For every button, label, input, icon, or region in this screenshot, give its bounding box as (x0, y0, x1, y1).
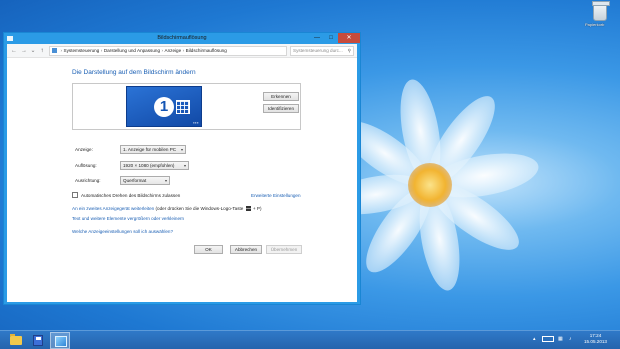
breadcrumb-separator: › (100, 48, 103, 53)
breadcrumb-anzeige[interactable]: Anzeige (165, 48, 182, 53)
back-button[interactable]: ← (10, 47, 18, 55)
orientation-select[interactable]: Querformat ▾ (120, 176, 170, 185)
breadcrumb-separator: › (182, 48, 185, 53)
close-button[interactable]: ✕ (338, 33, 360, 43)
monitor-dots: ▪▪▪ (193, 120, 199, 125)
apply-button[interactable]: Übernehmen (266, 245, 302, 254)
breadcrumb-bildschirmaufloesung[interactable]: Bildschirmauflösung (186, 48, 227, 53)
breadcrumb-separator: › (161, 48, 164, 53)
up-button[interactable]: ↑ (38, 47, 46, 55)
project-second-screen-row: An ein zweites Anzeigegerät weiterleiten… (72, 206, 262, 212)
window-content: ← → ⌄ ↑ › Systemsteuerung › Darstellung und… (7, 44, 357, 302)
ok-button[interactable]: OK (194, 245, 223, 254)
identify-button[interactable]: Identifizieren (263, 104, 299, 113)
project-hint-text: (oder drücken Sie die Windows-Logo-Taste (155, 206, 244, 211)
floppy-icon (33, 335, 43, 346)
page-title: Die Darstellung auf dem Bildschirm änder… (72, 69, 196, 76)
recent-pages-button[interactable]: ⌄ (29, 47, 37, 55)
search-placeholder: Systemsteuerung durc... (293, 48, 343, 53)
project-hint-suffix: + P) (252, 206, 262, 211)
auto-rotate-label[interactable]: Automatisches Drehen des Bildschirms zul… (81, 193, 180, 198)
keyboard-icon[interactable] (542, 336, 554, 342)
resolution-value: 1920 × 1080 (empfohlen) (123, 163, 175, 168)
network-icon[interactable]: ▦ (558, 336, 563, 349)
search-input[interactable]: Systemsteuerung durc... ⚲ (290, 46, 354, 56)
control-panel-icon (55, 336, 67, 347)
project-second-screen-link[interactable]: An ein zweites Anzeigegerät weiterleiten (72, 206, 154, 211)
search-icon[interactable]: ⚲ (348, 47, 351, 55)
display-grid-icon (176, 100, 190, 114)
auto-rotate-checkbox[interactable] (72, 192, 78, 198)
volume-icon[interactable]: ♪ (569, 336, 572, 349)
display-select[interactable]: 1. Anzeige für mobilen PC ▾ (120, 145, 186, 154)
flower-wallpaper (355, 79, 539, 291)
windows-logo-icon (245, 206, 251, 212)
taskbar-explorer[interactable] (6, 332, 26, 349)
taskbar-control-panel[interactable] (50, 332, 70, 349)
screen-resolution-window: Bildschirmauflösung — □ ✕ ← → ⌄ ↑ › Syste… (3, 32, 361, 305)
advanced-settings-link[interactable]: Erweiterte Einstellungen (251, 193, 301, 198)
chevron-down-icon: ▾ (164, 178, 167, 183)
chevron-down-icon: ▾ (183, 163, 186, 168)
display-label: Anzeige: (75, 147, 93, 152)
orientation-value: Querformat (123, 178, 147, 183)
clock[interactable]: 17:24 15.05.2013 (584, 333, 607, 345)
breadcrumb-separator: › (60, 48, 63, 53)
taskbar-save-app[interactable] (28, 332, 48, 349)
resolution-label: Auflösung: (75, 163, 97, 168)
minimize-button[interactable]: — (310, 33, 324, 43)
forward-button[interactable]: → (20, 47, 28, 55)
text-size-link[interactable]: Text und weitere Elemente vergrößern ode… (72, 216, 184, 221)
recycle-bin-icon (592, 1, 610, 21)
detect-button[interactable]: Erkennen (263, 92, 299, 101)
address-bar[interactable]: › Systemsteuerung › Darstellung und Anpassu… (49, 46, 325, 56)
control-panel-icon (52, 48, 57, 54)
orientation-label: Ausrichtung: (75, 178, 101, 183)
tray-overflow-icon[interactable]: ▴ (533, 336, 536, 349)
taskbar: ▴ ▦ ♪ 17:24 15.05.2013 (0, 330, 620, 349)
window-title: Bildschirmauflösung (157, 35, 207, 41)
folder-icon (10, 334, 22, 345)
recycle-bin[interactable]: Papierkorb (585, 1, 615, 27)
chevron-down-icon: ▾ (180, 147, 183, 152)
display-preview: 1 ▪▪▪ Erkennen Identifizieren (72, 83, 301, 130)
navigation-bar: ← → ⌄ ↑ › Systemsteuerung › Darstellung und… (7, 44, 357, 58)
breadcrumb-systemsteuerung[interactable]: Systemsteuerung (64, 48, 100, 53)
recycle-bin-label: Papierkorb (585, 22, 605, 27)
breadcrumb-darstellung[interactable]: Darstellung und Anpassung (104, 48, 160, 53)
title-bar[interactable]: Bildschirmauflösung — □ ✕ (4, 33, 360, 44)
monitor-1[interactable]: 1 ▪▪▪ (126, 86, 202, 127)
which-settings-link[interactable]: Welche Anzeigeeinstellungen soll ich aus… (72, 229, 173, 234)
monitor-number: 1 (154, 97, 174, 117)
maximize-button[interactable]: □ (324, 33, 338, 43)
resolution-select[interactable]: 1920 × 1080 (empfohlen) ▾ (120, 161, 189, 170)
clock-date: 15.05.2013 (584, 339, 607, 344)
display-value: 1. Anzeige für mobilen PC (123, 147, 177, 152)
cancel-button[interactable]: Abbrechen (230, 245, 262, 254)
